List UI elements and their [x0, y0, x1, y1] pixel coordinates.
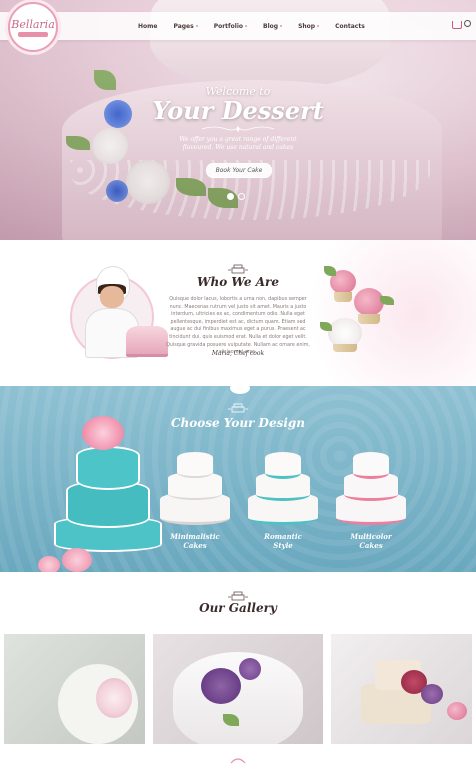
- romantic-cake-top: [265, 452, 301, 479]
- gallery-image-1[interactable]: [4, 634, 145, 744]
- cupcake-base-1: [334, 292, 352, 302]
- nav-label: Home: [138, 22, 158, 30]
- search-icon[interactable]: [464, 20, 471, 27]
- cupcake-leaf-3: [320, 322, 332, 331]
- brand-logo[interactable]: Bellaria: [8, 2, 58, 52]
- who-description: Quisque dolor lacus, lobortis a urna non…: [166, 297, 310, 356]
- design-option-label-3[interactable]: Multicolor Cakes: [326, 532, 416, 550]
- cake-ornament-icon: [228, 264, 248, 274]
- minimalistic-cake-top: [177, 452, 213, 478]
- book-your-cake-button[interactable]: Book Your Cake: [206, 163, 272, 178]
- design-option-line1: Romantic: [264, 532, 302, 541]
- nav-item-portfolio[interactable]: Portfolio: [206, 23, 255, 30]
- nav-item-pages[interactable]: Pages: [165, 23, 205, 30]
- design-option-line1: Multicolor: [350, 532, 392, 541]
- gallery-cake-white: [173, 652, 303, 744]
- nav-item-shop[interactable]: Shop: [290, 23, 327, 30]
- design-title: Choose Your Design: [170, 416, 306, 430]
- cart-icon[interactable]: [452, 21, 462, 29]
- featured-cake-rose: [82, 416, 124, 450]
- cake-ornament-icon: [228, 403, 248, 413]
- hero-title: Your Dessert: [152, 96, 324, 125]
- cupcake-rose-2: [354, 288, 384, 316]
- multicolor-cake-top: [353, 452, 389, 479]
- top-navigation-bar: Home Pages Portfolio Blog Shop Contacts: [0, 12, 476, 40]
- nav-item-home[interactable]: Home: [130, 23, 165, 30]
- nav-label: Pages: [173, 22, 194, 30]
- gallery-image-2[interactable]: [153, 634, 323, 744]
- gallery-leaf: [223, 714, 239, 726]
- dropdown-dot-icon: [280, 25, 283, 27]
- design-option-line1: Minimalistic: [170, 532, 220, 541]
- who-we-are-section: Who We Are Quisque dolor lacus, lobortis…: [0, 240, 476, 386]
- featured-teal-cake-top: [76, 446, 140, 490]
- design-option-label-2[interactable]: Romantic Style: [238, 532, 328, 550]
- cupcake-base-2: [358, 314, 380, 324]
- slider-dot[interactable]: [238, 193, 245, 200]
- dropdown-dot-icon: [245, 25, 248, 27]
- nav-label: Contacts: [335, 22, 365, 30]
- cupcake-base-3: [333, 344, 357, 352]
- choose-design-section: Choose Your Design Minimalistic Cakes Ro…: [0, 386, 476, 572]
- nav-label: Shop: [298, 22, 316, 30]
- gallery-title: Our Gallery: [199, 601, 277, 615]
- gallery-purple-rose-1: [201, 668, 241, 704]
- featured-cake-rose-bottom-2: [62, 548, 92, 572]
- hero-subtitle: We offer you a great range of different …: [179, 136, 297, 151]
- design-option-line2: Cakes: [183, 541, 207, 550]
- chef-signature: Maria, Chef cook: [211, 350, 265, 357]
- nav-label: Portfolio: [213, 22, 244, 30]
- hero-section: Home Pages Portfolio Blog Shop Contacts …: [0, 0, 476, 240]
- slider-dot-active[interactable]: [227, 193, 234, 200]
- main-nav: Home Pages Portfolio Blog Shop Contacts: [130, 12, 373, 40]
- scroll-ornament-icon: [230, 758, 246, 764]
- cake-ornament-icon: [228, 591, 248, 601]
- nav-item-blog[interactable]: Blog: [255, 23, 290, 30]
- cupcake-leaf-1: [324, 266, 336, 276]
- slider-pagination: [227, 193, 245, 200]
- design-option-line2: Style: [273, 541, 293, 550]
- gallery-image-3[interactable]: [331, 634, 472, 744]
- gallery-mini-cake: [96, 678, 132, 718]
- dropdown-dot-icon: [195, 25, 198, 27]
- dropdown-dot-icon: [317, 25, 320, 27]
- nav-item-contacts[interactable]: Contacts: [327, 23, 373, 30]
- gallery-cupcake: [447, 702, 467, 720]
- gallery-purple-rose: [421, 684, 443, 704]
- design-option-label-1[interactable]: Minimalistic Cakes: [150, 532, 240, 550]
- gallery-section: Our Gallery: [0, 572, 476, 764]
- nav-label: Blog: [263, 22, 279, 30]
- logo-text: Bellaria: [11, 17, 55, 31]
- featured-cake-rose-bottom-1: [38, 556, 60, 572]
- gallery-purple-rose-2: [239, 658, 261, 680]
- hero-divider-ornament: [201, 126, 275, 132]
- who-title: Who We Are: [197, 275, 279, 289]
- logo-ribbon: [18, 31, 48, 37]
- chef-face: [100, 286, 124, 308]
- cupcake-leaf-2: [380, 296, 394, 305]
- design-option-line2: Cakes: [359, 541, 383, 550]
